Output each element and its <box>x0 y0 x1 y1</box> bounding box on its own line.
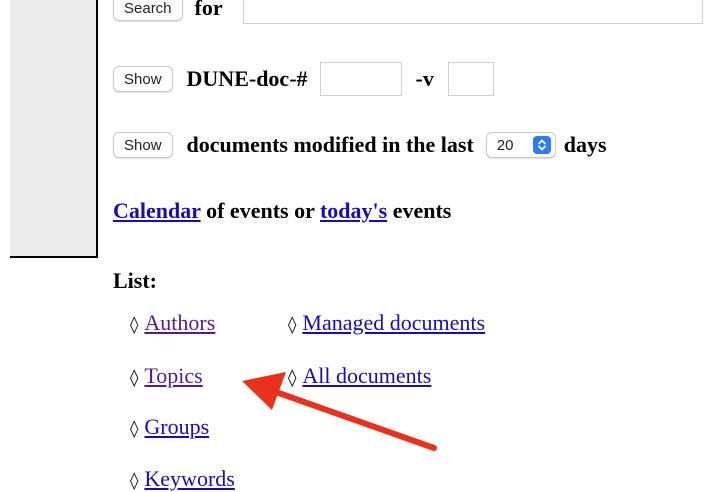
annotation-arrow-icon <box>242 372 437 451</box>
